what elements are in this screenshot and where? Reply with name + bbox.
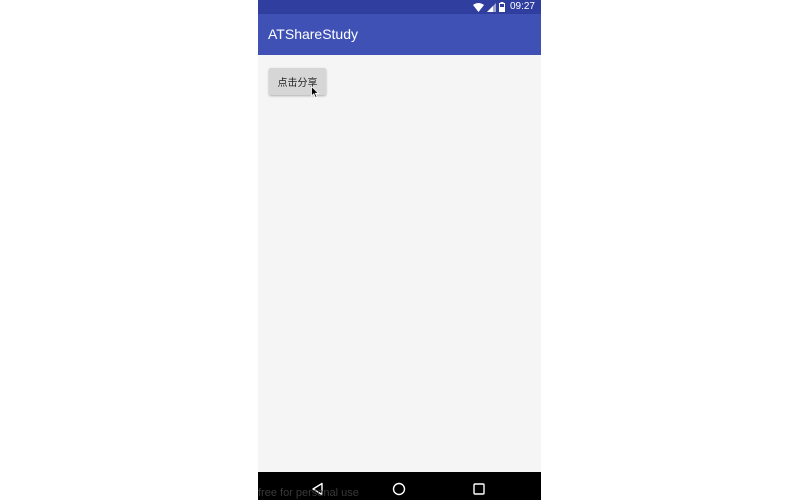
status-time: 09:27: [509, 1, 535, 12]
wifi-icon: [472, 2, 484, 12]
share-button[interactable]: 点击分享: [269, 68, 326, 95]
status-icons: 09:27: [472, 0, 535, 14]
screen: 09:27 ATShareStudy 点击分享 free for persona…: [0, 0, 800, 500]
recents-icon[interactable]: [472, 481, 486, 495]
app-title: ATShareStudy: [268, 26, 359, 42]
home-icon[interactable]: [392, 481, 406, 496]
signal-icon: [486, 2, 496, 12]
main-content: 点击分享: [258, 55, 541, 472]
battery-icon: [498, 2, 505, 12]
app-bar: ATShareStudy: [258, 14, 541, 55]
status-bar: 09:27: [258, 0, 541, 14]
watermark-text: free for personal use: [258, 487, 359, 499]
phone-screen: 09:27 ATShareStudy 点击分享: [258, 0, 541, 500]
